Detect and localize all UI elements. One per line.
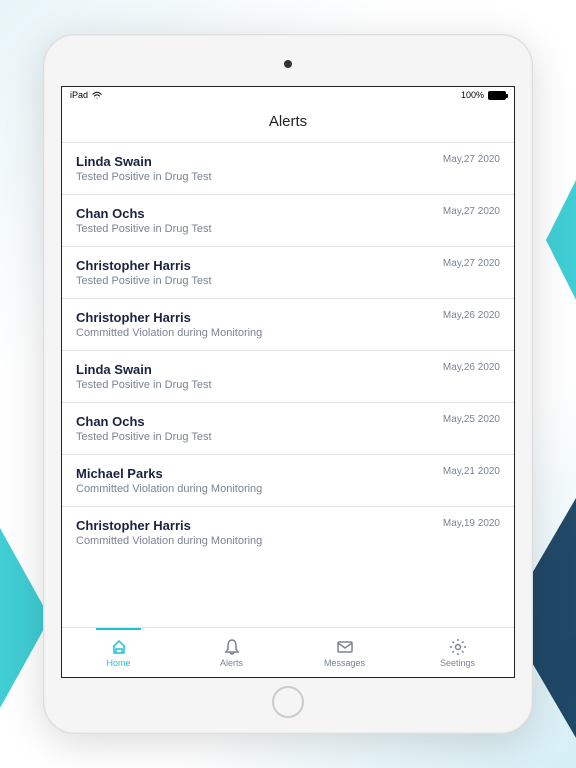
page-title: Alerts (62, 103, 514, 142)
alert-row[interactable]: Linda Swain Tested Positive in Drug Test M… (62, 350, 514, 402)
alert-description: Committed Violation during Monitoring (76, 535, 435, 547)
alert-row[interactable]: Christopher Harris Committed Violation du… (62, 506, 514, 558)
alert-description: Tested Positive in Drug Test (76, 431, 435, 443)
alerts-list[interactable]: Linda Swain Tested Positive in Drug Test M… (62, 142, 514, 627)
alert-name: Chan Ochs (76, 414, 435, 429)
alert-description: Tested Positive in Drug Test (76, 379, 435, 391)
alert-name: Christopher Harris (76, 518, 435, 533)
wifi-icon (92, 91, 102, 99)
seetings-icon (449, 638, 467, 656)
device-label: iPad (70, 90, 88, 100)
battery-icon (488, 91, 506, 100)
alert-description: Tested Positive in Drug Test (76, 223, 435, 235)
screen: iPad 100% Alerts Linda Swain Tested Posit… (61, 86, 515, 678)
alert-row[interactable]: Linda Swain Tested Positive in Drug Test M… (62, 142, 514, 194)
alert-name: Linda Swain (76, 154, 435, 169)
status-bar: iPad 100% (62, 87, 514, 103)
camera-dot (284, 60, 292, 68)
alert-name: Linda Swain (76, 362, 435, 377)
alert-date: May,26 2020 (443, 310, 500, 321)
alert-date: May,27 2020 (443, 154, 500, 165)
battery-percent: 100% (461, 90, 484, 100)
tab-label: Seetings (440, 658, 475, 668)
tab-alerts[interactable]: Alerts (175, 628, 288, 677)
alert-date: May,25 2020 (443, 414, 500, 425)
tab-label: Messages (324, 658, 365, 668)
tab-home[interactable]: Home (62, 628, 175, 677)
alert-row[interactable]: Christopher Harris Tested Positive in Dru… (62, 246, 514, 298)
alert-name: Christopher Harris (76, 258, 435, 273)
alert-date: May,19 2020 (443, 518, 500, 529)
tablet-frame: iPad 100% Alerts Linda Swain Tested Posit… (43, 34, 533, 734)
tab-label: Home (106, 658, 130, 668)
tab-messages[interactable]: Messages (288, 628, 401, 677)
bg-decoration (546, 180, 576, 300)
alert-name: Chan Ochs (76, 206, 435, 221)
alert-description: Tested Positive in Drug Test (76, 171, 435, 183)
alert-date: May,27 2020 (443, 258, 500, 269)
alert-row[interactable]: Chan Ochs Tested Positive in Drug Test May… (62, 194, 514, 246)
alert-row[interactable]: Michael Parks Committed Violation during … (62, 454, 514, 506)
alert-row[interactable]: Christopher Harris Committed Violation du… (62, 298, 514, 350)
alert-description: Tested Positive in Drug Test (76, 275, 435, 287)
alerts-icon (223, 638, 241, 656)
alert-date: May,26 2020 (443, 362, 500, 373)
alert-description: Committed Violation during Monitoring (76, 327, 435, 339)
alert-date: May,21 2020 (443, 466, 500, 477)
alert-description: Committed Violation during Monitoring (76, 483, 435, 495)
alert-name: Christopher Harris (76, 310, 435, 325)
home-icon (110, 638, 128, 656)
tab-seetings[interactable]: Seetings (401, 628, 514, 677)
alert-date: May,27 2020 (443, 206, 500, 217)
tab-label: Alerts (220, 658, 243, 668)
tab-bar: Home Alerts Messages Seetings (62, 627, 514, 677)
home-button[interactable] (272, 686, 304, 718)
alert-name: Michael Parks (76, 466, 435, 481)
messages-icon (336, 638, 354, 656)
alert-row[interactable]: Chan Ochs Tested Positive in Drug Test May… (62, 402, 514, 454)
